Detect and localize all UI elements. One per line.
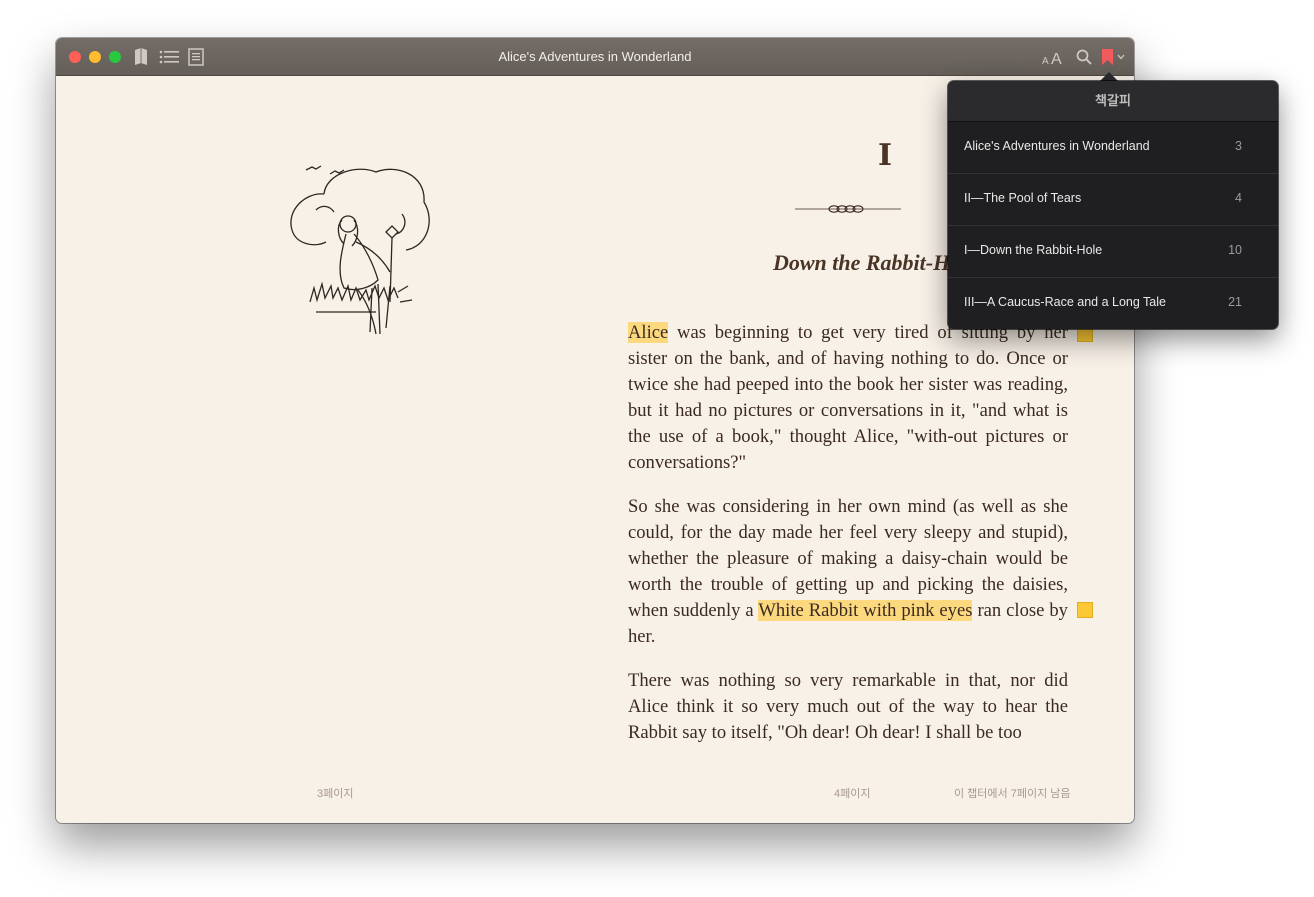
paragraph-text: was beginning to get very tired of sitti… bbox=[628, 322, 1068, 473]
bookmark-label: I—Down the Rabbit-Hole bbox=[964, 243, 1103, 257]
bookmark-page: 4 bbox=[1235, 191, 1242, 205]
bookmark-label: II—The Pool of Tears bbox=[964, 191, 1082, 205]
paragraph: There was nothing so very remarkable in … bbox=[628, 668, 1068, 746]
bookmark-item[interactable]: III—A Caucus-Race and a Long Tale 21 bbox=[948, 278, 1278, 329]
bookmark-item[interactable]: I—Down the Rabbit-Hole 10 bbox=[948, 226, 1278, 278]
font-size-icon[interactable]: A A bbox=[1042, 47, 1066, 67]
bookmark-page: 10 bbox=[1228, 243, 1242, 257]
popover-title: 책갈피 bbox=[948, 81, 1278, 122]
highlight[interactable]: White Rabbit with pink eyes bbox=[758, 600, 973, 621]
svg-text:A: A bbox=[1051, 51, 1062, 66]
right-page-number: 4페이지 bbox=[834, 788, 871, 800]
bookmark-page: 21 bbox=[1228, 295, 1242, 309]
bookmarks-popover: 책갈피 Alice's Adventures in Wonderland 3 I… bbox=[948, 81, 1278, 329]
bookmark-item[interactable]: Alice's Adventures in Wonderland 3 bbox=[948, 122, 1278, 174]
bookmark-label: III—A Caucus-Race and a Long Tale bbox=[964, 295, 1166, 309]
left-page-number: 3페이지 bbox=[317, 788, 354, 800]
chapter-text: Alice was beginning to get very tired of… bbox=[628, 320, 1068, 764]
alice-illustration bbox=[290, 165, 430, 335]
ornament-divider bbox=[795, 205, 901, 213]
paragraph: Alice was beginning to get very tired of… bbox=[628, 320, 1068, 476]
bookmark-page: 3 bbox=[1235, 139, 1242, 153]
svg-text:A: A bbox=[1042, 56, 1049, 66]
highlight-marker-icon[interactable] bbox=[1077, 602, 1093, 618]
highlight[interactable]: Alice bbox=[628, 322, 669, 343]
window-title: Alice's Adventures in Wonderland bbox=[498, 49, 692, 64]
chevron-down-icon[interactable] bbox=[1116, 47, 1126, 67]
titlebar: Alice's Adventures in Wonderland A A bbox=[56, 38, 1134, 76]
left-page: 3페이지 bbox=[56, 76, 595, 823]
bookmark-item[interactable]: II—The Pool of Tears 4 bbox=[948, 174, 1278, 226]
paragraph-text: There was nothing so very remarkable in … bbox=[628, 670, 1068, 743]
search-icon[interactable] bbox=[1075, 47, 1093, 67]
bookmark-icon[interactable] bbox=[1100, 47, 1114, 67]
bookmark-label: Alice's Adventures in Wonderland bbox=[964, 139, 1150, 153]
paragraph: So she was considering in her own mind (… bbox=[628, 494, 1068, 650]
chapter-remaining: 이 챕터에서 7페이지 남음 bbox=[954, 788, 1071, 800]
